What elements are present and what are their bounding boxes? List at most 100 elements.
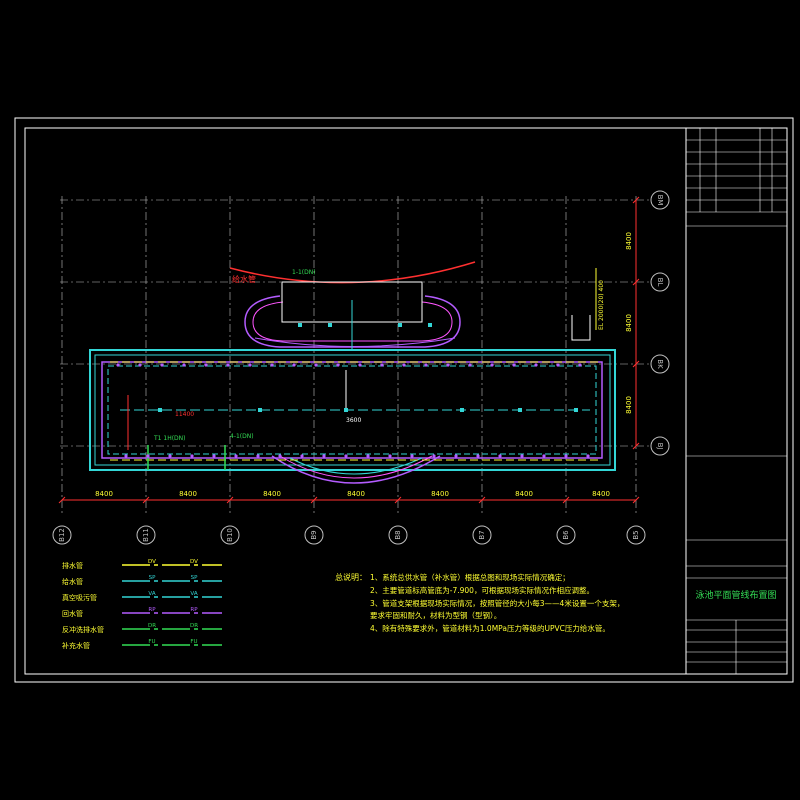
fitting-dot xyxy=(160,363,164,367)
note-5: 4、除有特殊要求外，管道材料为1.0MPa压力等级的UPVC压力给水管。 xyxy=(370,623,610,633)
legend-label: 反冲洗排水管 xyxy=(62,625,104,634)
dim-value-h: 8400 xyxy=(95,490,113,498)
fitting-dot xyxy=(190,454,194,458)
plan-note-2: 4-1(DN) xyxy=(230,433,254,440)
fitting-square xyxy=(574,408,578,412)
legend-label: 补充水管 xyxy=(62,641,90,650)
note-1: 1、系统总供水管（补水管）根据总图和现场实际情况确定； xyxy=(370,572,570,582)
legend-code: SP xyxy=(149,575,156,581)
cad-drawing: 泳池平面管线布置图 B12 B11 B10 B9 B8 B7 B6 B5 BM BL BK BJ 84… xyxy=(0,0,800,800)
bottom-arc-2 xyxy=(279,455,433,479)
dim-value-h: 8400 xyxy=(515,490,533,498)
fitting-dot xyxy=(468,363,472,367)
axis-label-v: BJ xyxy=(656,443,664,450)
axis-label-h: B8 xyxy=(394,530,402,539)
notes-title: 总说明： xyxy=(335,572,367,582)
spa-arc-top xyxy=(229,261,476,284)
fitting-dot xyxy=(542,454,546,458)
fitting-dot xyxy=(336,363,340,367)
fitting-dot xyxy=(146,454,150,458)
dim-value-v: 8400 xyxy=(625,314,633,332)
fitting-dot xyxy=(212,454,216,458)
fitting-dot xyxy=(168,454,172,458)
axis-label-h: B11 xyxy=(142,528,150,542)
fitting-dot xyxy=(256,454,260,458)
fitting-dot xyxy=(182,363,186,367)
fitting-dot xyxy=(498,454,502,458)
pipe-fittings xyxy=(116,323,590,458)
fitting-dot xyxy=(512,363,516,367)
dim-value-h: 8400 xyxy=(263,490,281,498)
fitting-dot xyxy=(300,454,304,458)
fitting-dot xyxy=(520,454,524,458)
fitting-dot xyxy=(138,363,142,367)
fitting-dot xyxy=(454,454,458,458)
legend-code: FU xyxy=(148,639,155,645)
drawing-canvas: 泳池平面管线布置图 B12 B11 B10 B9 B8 B7 B6 B5 BM BL BK BJ 84… xyxy=(14,117,794,683)
legend-code: FU xyxy=(190,639,197,645)
fitting-dot xyxy=(424,363,428,367)
legend: 排水管 DV DV 给水管 SP SP 真空吸污管 VA VA 回水管 RP RP 反冲洗排水管 DR DR… xyxy=(62,559,222,650)
pool-plan: 给水管 EL 2000(20) 400 T1 1H(DN) 4-1(DN) 1-… xyxy=(89,261,616,484)
fitting-dot xyxy=(388,454,392,458)
axis-label-h: B9 xyxy=(310,530,318,539)
fitting-dot xyxy=(116,363,120,367)
fitting-dot xyxy=(402,363,406,367)
fitting-dot xyxy=(556,363,560,367)
fitting-dot xyxy=(534,363,538,367)
axis-label-v: BK xyxy=(656,359,664,369)
fitting-dot xyxy=(564,454,568,458)
fitting-dot xyxy=(476,454,480,458)
fitting-dot xyxy=(322,454,326,458)
fitting-dot xyxy=(432,454,436,458)
fitting-dot xyxy=(292,363,296,367)
fitting-dot xyxy=(314,363,318,367)
fitting-dot xyxy=(344,454,348,458)
axis-label-h: B5 xyxy=(632,530,640,539)
channel-detail xyxy=(571,315,591,341)
fitting-dot xyxy=(278,454,282,458)
fitting-dot xyxy=(366,454,370,458)
red-label: 给水管 xyxy=(232,274,256,284)
fitting-dot xyxy=(586,454,590,458)
dim-value-h: 8400 xyxy=(431,490,449,498)
legend-code: RP xyxy=(148,607,156,613)
spa-arc-2 xyxy=(254,337,456,347)
note-4: 要求牢固和耐久，材料为型钢（型钢）。 xyxy=(370,610,501,620)
legend-code: DV xyxy=(148,559,156,565)
legend-label: 给水管 xyxy=(62,577,83,586)
fitting-dot xyxy=(446,363,450,367)
axis-label-h: B10 xyxy=(226,528,234,542)
legend-code: DV xyxy=(190,559,198,565)
fitting-square xyxy=(298,323,302,327)
plan-note-1: T1 1H(DN) xyxy=(153,435,186,442)
legend-label: 排水管 xyxy=(62,561,83,570)
fitting-dot xyxy=(578,363,582,367)
fitting-dot xyxy=(226,363,230,367)
legend-code: VA xyxy=(190,591,197,597)
dim-label-2: 3600 xyxy=(346,417,361,424)
drawing-title: 泳池平面管线布置图 xyxy=(695,589,776,601)
fitting-dot xyxy=(410,454,414,458)
fitting-dot xyxy=(204,363,208,367)
legend-code: VA xyxy=(148,591,155,597)
note-2: 2、主要管道标高管底为-7.900，可根据现场实际情况作相应调整。 xyxy=(370,585,594,595)
legend-code: SP xyxy=(191,575,198,581)
title-block: 泳池平面管线布置图 xyxy=(685,128,787,674)
dim-value-v: 8400 xyxy=(625,396,633,414)
fitting-square xyxy=(258,408,262,412)
fitting-dot xyxy=(270,363,274,367)
fitting-dot xyxy=(380,363,384,367)
dim-value-h: 8400 xyxy=(592,490,610,498)
legend-code: DR xyxy=(148,623,156,629)
note-3: 3、管道支架根据现场实际情况，按照管径的大小每3——4米设置一个支架， xyxy=(370,598,624,608)
axis-label-v: BL xyxy=(656,278,664,287)
fitting-square xyxy=(428,323,432,327)
dim-value-v: 8400 xyxy=(625,232,633,250)
elevation-label: EL 2000(20) 400 xyxy=(598,280,605,330)
fitting-square xyxy=(328,323,332,327)
general-notes: 总说明： 1、系统总供水管（补水管）根据总图和现场实际情况确定； 2、主要管道标… xyxy=(335,572,624,633)
legend-label: 真空吸污管 xyxy=(62,593,97,602)
dim-value-h: 8400 xyxy=(347,490,365,498)
dim-label-1: 11400 xyxy=(175,411,194,418)
